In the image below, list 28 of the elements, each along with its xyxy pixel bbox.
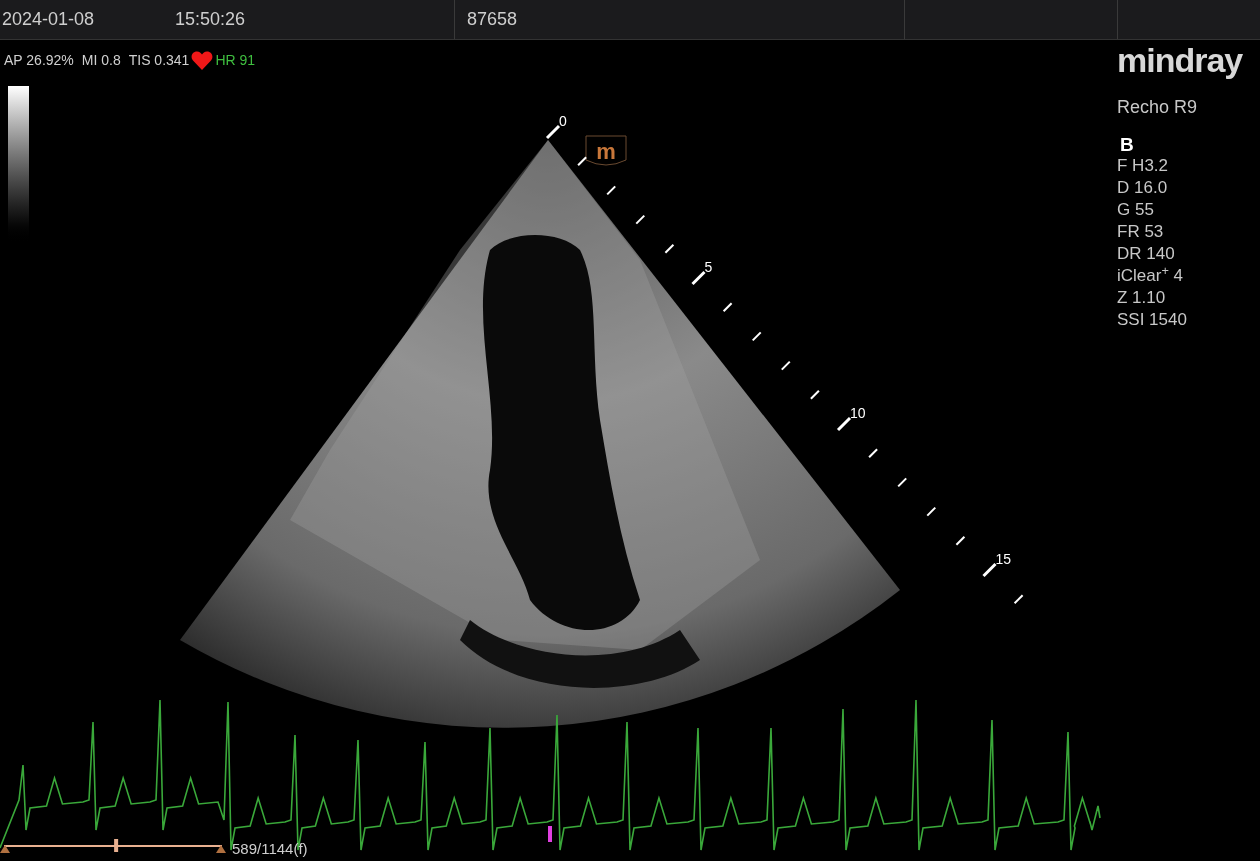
imaging-parameter: G 55	[1117, 199, 1155, 221]
orientation-marker: m	[585, 135, 627, 166]
acoustic-reading: MI 0.8	[81, 51, 121, 70]
depth-label: 10	[850, 405, 866, 421]
frame-counter: 589/1144(f)	[232, 839, 308, 859]
imaging-parameter: FR 53	[1117, 221, 1165, 243]
exam-time: 15:50:26	[175, 8, 246, 31]
heart-icon	[191, 51, 214, 70]
depth-label: 0	[559, 113, 567, 129]
imaging-mode: B	[1120, 135, 1135, 155]
acoustic-reading: TIS 0.341	[128, 51, 190, 70]
depth-label: 15	[995, 551, 1012, 567]
imaging-parameter: Z 1.10	[1117, 287, 1167, 309]
imaging-parameter: iClear$^{+}$ 4	[1117, 265, 1185, 287]
imaging-parameter: D 16.0	[1117, 177, 1169, 199]
brand-logo: mindray	[1117, 42, 1243, 78]
exam-date: 2024-01-08	[2, 8, 95, 31]
cine-slider-thumb[interactable]	[114, 839, 119, 852]
heart-rate: HR 91	[215, 51, 256, 70]
imaging-parameter: SSI 1540	[1117, 309, 1188, 331]
probe-name: Recho R9	[1117, 96, 1199, 119]
imaging-parameter: F H3.2	[1117, 155, 1170, 177]
ecg-marker	[548, 826, 552, 842]
depth-label: 5	[704, 259, 713, 275]
acoustic-reading: AP 26.92%	[4, 51, 74, 70]
imaging-parameter: DR 140	[1117, 243, 1176, 265]
cine-slider-track[interactable]	[0, 839, 226, 853]
patient-id: 87658	[467, 8, 518, 31]
